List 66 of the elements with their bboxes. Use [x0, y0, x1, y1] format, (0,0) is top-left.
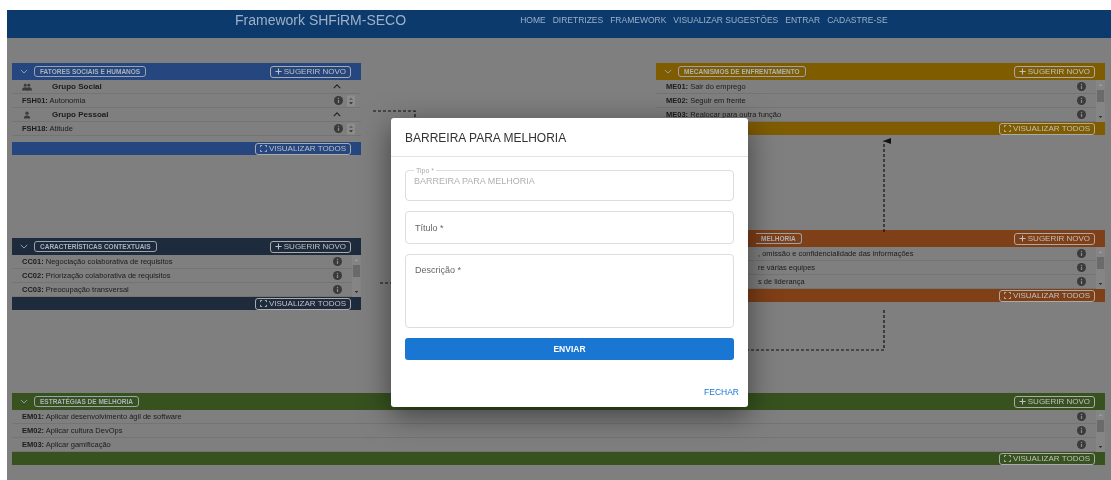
scrollbar[interactable]: [1096, 410, 1105, 452]
app-title: Framework SHFiRM-SECO: [235, 12, 407, 28]
stepper-icon[interactable]: [347, 122, 355, 135]
nav-link[interactable]: CADASTRE-SE: [827, 15, 888, 25]
plus-icon: [1018, 398, 1026, 405]
description-field[interactable]: Descrição *: [405, 254, 734, 328]
view-all-button[interactable]: VISUALIZAR TODOS: [998, 289, 1095, 302]
scrollbar[interactable]: [352, 255, 361, 297]
chevron-down-icon[interactable]: [20, 69, 28, 74]
info-icon[interactable]: [333, 285, 342, 294]
chevron-up-icon[interactable]: [333, 84, 341, 89]
info-icon[interactable]: [1077, 110, 1086, 119]
connector-line: [372, 110, 416, 119]
plus-icon: [274, 243, 282, 250]
submit-button[interactable]: ENVIAR: [405, 338, 734, 360]
info-icon[interactable]: [1077, 96, 1086, 105]
view-all-button[interactable]: VISUALIZAR TODOS: [254, 297, 351, 310]
suggest-new-button[interactable]: SUGERIR NOVO: [1013, 395, 1095, 408]
stepper-icon[interactable]: [347, 94, 355, 107]
group-name: Grupo Pessoal: [52, 110, 109, 119]
suggest-new-button[interactable]: SUGERIR NOVO: [1013, 232, 1095, 245]
chevron-up-icon[interactable]: [333, 112, 341, 117]
nav-link[interactable]: FRAMEWORK: [610, 15, 667, 25]
chevron-down-icon[interactable]: [20, 244, 28, 249]
info-icon[interactable]: [1077, 82, 1086, 91]
people-icon: [22, 82, 32, 91]
chevron-down-icon[interactable]: [20, 399, 28, 404]
info-icon[interactable]: [334, 96, 343, 105]
suggest-new-button[interactable]: SUGERIR NOVO: [269, 240, 351, 253]
info-icon[interactable]: [334, 124, 343, 133]
info-icon[interactable]: [1077, 426, 1086, 435]
expand-icon: [1003, 292, 1011, 299]
info-icon[interactable]: [1077, 249, 1086, 258]
close-button[interactable]: FECHAR: [704, 387, 739, 397]
person-icon: [22, 110, 32, 119]
expand-icon: [1003, 455, 1011, 462]
info-icon[interactable]: [1077, 412, 1086, 421]
info-icon[interactable]: [1077, 440, 1086, 449]
plus-icon: [1018, 68, 1026, 75]
group-row[interactable]: Grupo Social: [12, 80, 361, 94]
info-icon[interactable]: [333, 271, 342, 280]
info-icon[interactable]: [333, 257, 342, 266]
scrollbar[interactable]: [1096, 80, 1105, 122]
info-icon[interactable]: [1077, 263, 1086, 272]
plus-icon: [1018, 235, 1026, 242]
expand-icon: [1003, 125, 1011, 132]
scrollbar[interactable]: [1096, 247, 1105, 289]
group-name: Grupo Social: [52, 82, 102, 91]
nav-link[interactable]: ENTRAR: [785, 15, 821, 25]
connector-line: [379, 282, 392, 284]
view-all-button[interactable]: VISUALIZAR TODOS: [998, 452, 1095, 465]
expand-icon: [259, 300, 267, 307]
plus-icon: [274, 68, 282, 75]
group-row[interactable]: Grupo Pessoal: [12, 108, 361, 122]
view-all-button[interactable]: VISUALIZAR TODOS: [998, 122, 1095, 135]
expand-icon: [259, 145, 267, 152]
dialog-title: BARREIRA PARA MELHORIA: [391, 118, 748, 157]
nav-link[interactable]: HOME: [520, 15, 546, 25]
suggest-new-button[interactable]: SUGERIR NOVO: [269, 65, 351, 78]
info-icon[interactable]: [1077, 277, 1086, 286]
nav-link[interactable]: DIRETRIZES: [552, 15, 604, 25]
nav-link[interactable]: VISUALIZAR SUGESTÕES: [673, 15, 779, 25]
suggest-new-button[interactable]: SUGERIR NOVO: [1013, 65, 1095, 78]
title-field[interactable]: Título *: [405, 211, 734, 244]
chevron-down-icon[interactable]: [664, 69, 672, 74]
view-all-button[interactable]: VISUALIZAR TODOS: [254, 142, 351, 155]
